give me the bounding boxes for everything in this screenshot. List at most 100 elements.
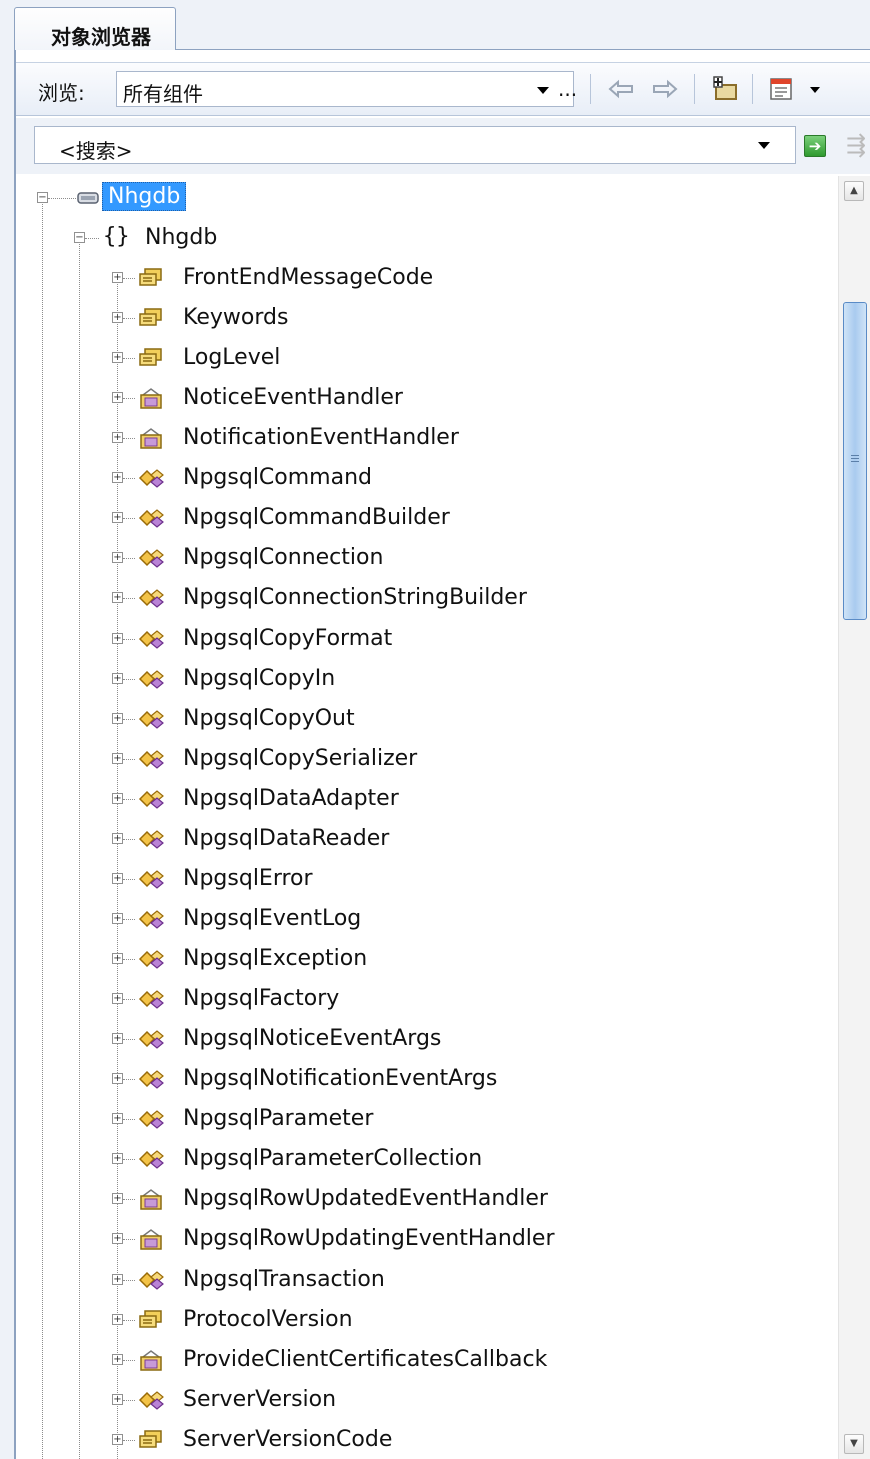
object-tree[interactable]: − Nhgdb − {} Nhgdb + FrontEndMessageCode +… <box>16 176 838 1459</box>
expand-icon[interactable]: + <box>112 713 123 724</box>
tree-item[interactable]: + NpgsqlCopySerializer <box>16 739 838 779</box>
forward-arrow-icon[interactable] <box>652 79 678 99</box>
tree-item[interactable]: + Keywords <box>16 298 838 338</box>
assembly-icon <box>77 192 99 204</box>
clear-search-icon[interactable]: ⇶ <box>846 131 866 159</box>
tree-item[interactable]: + NpgsqlParameter <box>16 1099 838 1139</box>
tree-item[interactable]: + NpgsqlDataReader <box>16 819 838 859</box>
expand-icon[interactable]: + <box>112 1274 123 1285</box>
tree-guide-line <box>123 719 135 720</box>
expand-icon[interactable]: + <box>112 1073 123 1084</box>
tree-item-label: NpgsqlCopySerializer <box>183 746 418 771</box>
expand-icon[interactable]: + <box>112 1314 123 1325</box>
collapse-icon[interactable]: − <box>74 232 85 243</box>
expand-icon[interactable]: + <box>112 592 123 603</box>
browse-dropdown-arrow-icon[interactable] <box>537 87 549 94</box>
expand-icon[interactable]: + <box>112 272 123 283</box>
tree-item[interactable]: + NpgsqlParameterCollection <box>16 1139 838 1179</box>
tab-title: 对象浏览器 <box>51 25 151 49</box>
tree-item[interactable]: + NpgsqlDataAdapter <box>16 779 838 819</box>
expand-icon[interactable]: + <box>112 913 123 924</box>
class-icon <box>138 1108 164 1129</box>
tab-object-browser[interactable]: 对象浏览器 <box>14 7 176 51</box>
expand-icon[interactable]: + <box>112 1394 123 1405</box>
expand-icon[interactable]: + <box>112 633 123 644</box>
tree-guide-line <box>123 879 135 880</box>
scroll-up-button[interactable]: ▲ <box>844 181 864 201</box>
tree-item[interactable]: + LogLevel <box>16 338 838 378</box>
tree-guide-line <box>123 999 135 1000</box>
tree-item[interactable]: + NoticeEventHandler <box>16 378 838 418</box>
tree-item[interactable]: + NpgsqlFactory <box>16 979 838 1019</box>
expand-icon[interactable]: + <box>112 1354 123 1365</box>
tree-item[interactable]: + NpgsqlCommand <box>16 458 838 498</box>
tree-item[interactable]: + NpgsqlConnectionStringBuilder <box>16 578 838 618</box>
customize-browse-button[interactable]: ... <box>558 77 577 101</box>
search-dropdown-arrow-icon[interactable] <box>758 142 770 149</box>
expand-icon[interactable]: + <box>112 512 123 523</box>
expand-icon[interactable]: + <box>112 552 123 563</box>
search-go-button[interactable]: ➔ <box>804 135 826 157</box>
tree-item[interactable]: + NpgsqlError <box>16 859 838 899</box>
tree-namespace-node[interactable]: − {} Nhgdb <box>16 218 838 258</box>
class-icon <box>138 668 164 689</box>
tree-item[interactable]: + NpgsqlConnection <box>16 538 838 578</box>
tree-root-node[interactable]: − Nhgdb <box>16 178 838 218</box>
expand-icon[interactable]: + <box>112 1233 123 1244</box>
expand-icon[interactable]: + <box>112 993 123 1004</box>
tree-item[interactable]: + NpgsqlCopyOut <box>16 699 838 739</box>
expand-icon[interactable]: + <box>112 873 123 884</box>
tree-item[interactable]: + NpgsqlCopyIn <box>16 659 838 699</box>
browse-scope-dropdown[interactable]: 所有组件 <box>116 71 574 107</box>
expand-icon[interactable]: + <box>112 1033 123 1044</box>
tree-item[interactable]: + NpgsqlRowUpdatedEventHandler <box>16 1179 838 1219</box>
expand-icon[interactable]: + <box>112 1193 123 1204</box>
tree-item[interactable]: + NpgsqlRowUpdatingEventHandler <box>16 1219 838 1259</box>
tree-item[interactable]: + ServerVersion <box>16 1380 838 1420</box>
expand-icon[interactable]: + <box>112 472 123 483</box>
tree-item-label: NpgsqlRowUpdatedEventHandler <box>183 1186 548 1211</box>
expand-icon[interactable]: + <box>112 392 123 403</box>
tree-item[interactable]: + NpgsqlException <box>16 939 838 979</box>
expand-icon[interactable]: + <box>112 1153 123 1164</box>
tree-item[interactable]: + ProvideClientCertificatesCallback <box>16 1340 838 1380</box>
tree-guide-line <box>123 598 135 599</box>
expand-icon[interactable]: + <box>112 953 123 964</box>
add-reference-icon[interactable] <box>710 75 740 103</box>
class-icon <box>138 948 164 969</box>
tree-item[interactable]: + FrontEndMessageCode <box>16 258 838 298</box>
tree-item[interactable]: + ProtocolVersion <box>16 1300 838 1340</box>
tree-item[interactable]: + NpgsqlEventLog <box>16 899 838 939</box>
class-icon <box>138 587 164 608</box>
delegate-icon <box>138 427 162 449</box>
tree-item-label: NpgsqlParameter <box>183 1106 374 1131</box>
back-arrow-icon[interactable] <box>608 79 634 99</box>
expand-icon[interactable]: + <box>112 673 123 684</box>
tree-item[interactable]: + ServerVersionCode <box>16 1420 838 1459</box>
tree-item[interactable]: + NpgsqlCopyFormat <box>16 619 838 659</box>
class-icon <box>138 868 164 889</box>
tree-item[interactable]: + NpgsqlTransaction <box>16 1260 838 1300</box>
expand-icon[interactable]: + <box>112 753 123 764</box>
expand-icon[interactable]: + <box>112 352 123 363</box>
expand-icon[interactable]: + <box>112 1434 123 1445</box>
scrollbar-thumb[interactable] <box>843 302 867 620</box>
tree-item[interactable]: + NpgsqlCommandBuilder <box>16 498 838 538</box>
object-browser-settings-icon[interactable] <box>768 76 796 102</box>
expand-icon[interactable]: + <box>112 793 123 804</box>
collapse-icon[interactable]: − <box>37 192 48 203</box>
vertical-scrollbar[interactable]: ▲ ▼ <box>838 176 870 1459</box>
expand-icon[interactable]: + <box>112 833 123 844</box>
expand-icon[interactable]: + <box>112 312 123 323</box>
tree-guide-line <box>123 1440 135 1441</box>
tree-item[interactable]: + NpgsqlNotificationEventArgs <box>16 1059 838 1099</box>
toolbar-separator <box>752 74 753 104</box>
expand-icon[interactable]: + <box>112 432 123 443</box>
tree-item[interactable]: + NpgsqlNoticeEventArgs <box>16 1019 838 1059</box>
expand-icon[interactable]: + <box>112 1113 123 1124</box>
search-input[interactable]: <搜索> <box>34 126 796 164</box>
enum-icon <box>138 1429 162 1449</box>
tree-item[interactable]: + NotificationEventHandler <box>16 418 838 458</box>
scroll-down-button[interactable]: ▼ <box>844 1434 864 1454</box>
settings-dropdown-arrow-icon[interactable] <box>810 87 820 93</box>
